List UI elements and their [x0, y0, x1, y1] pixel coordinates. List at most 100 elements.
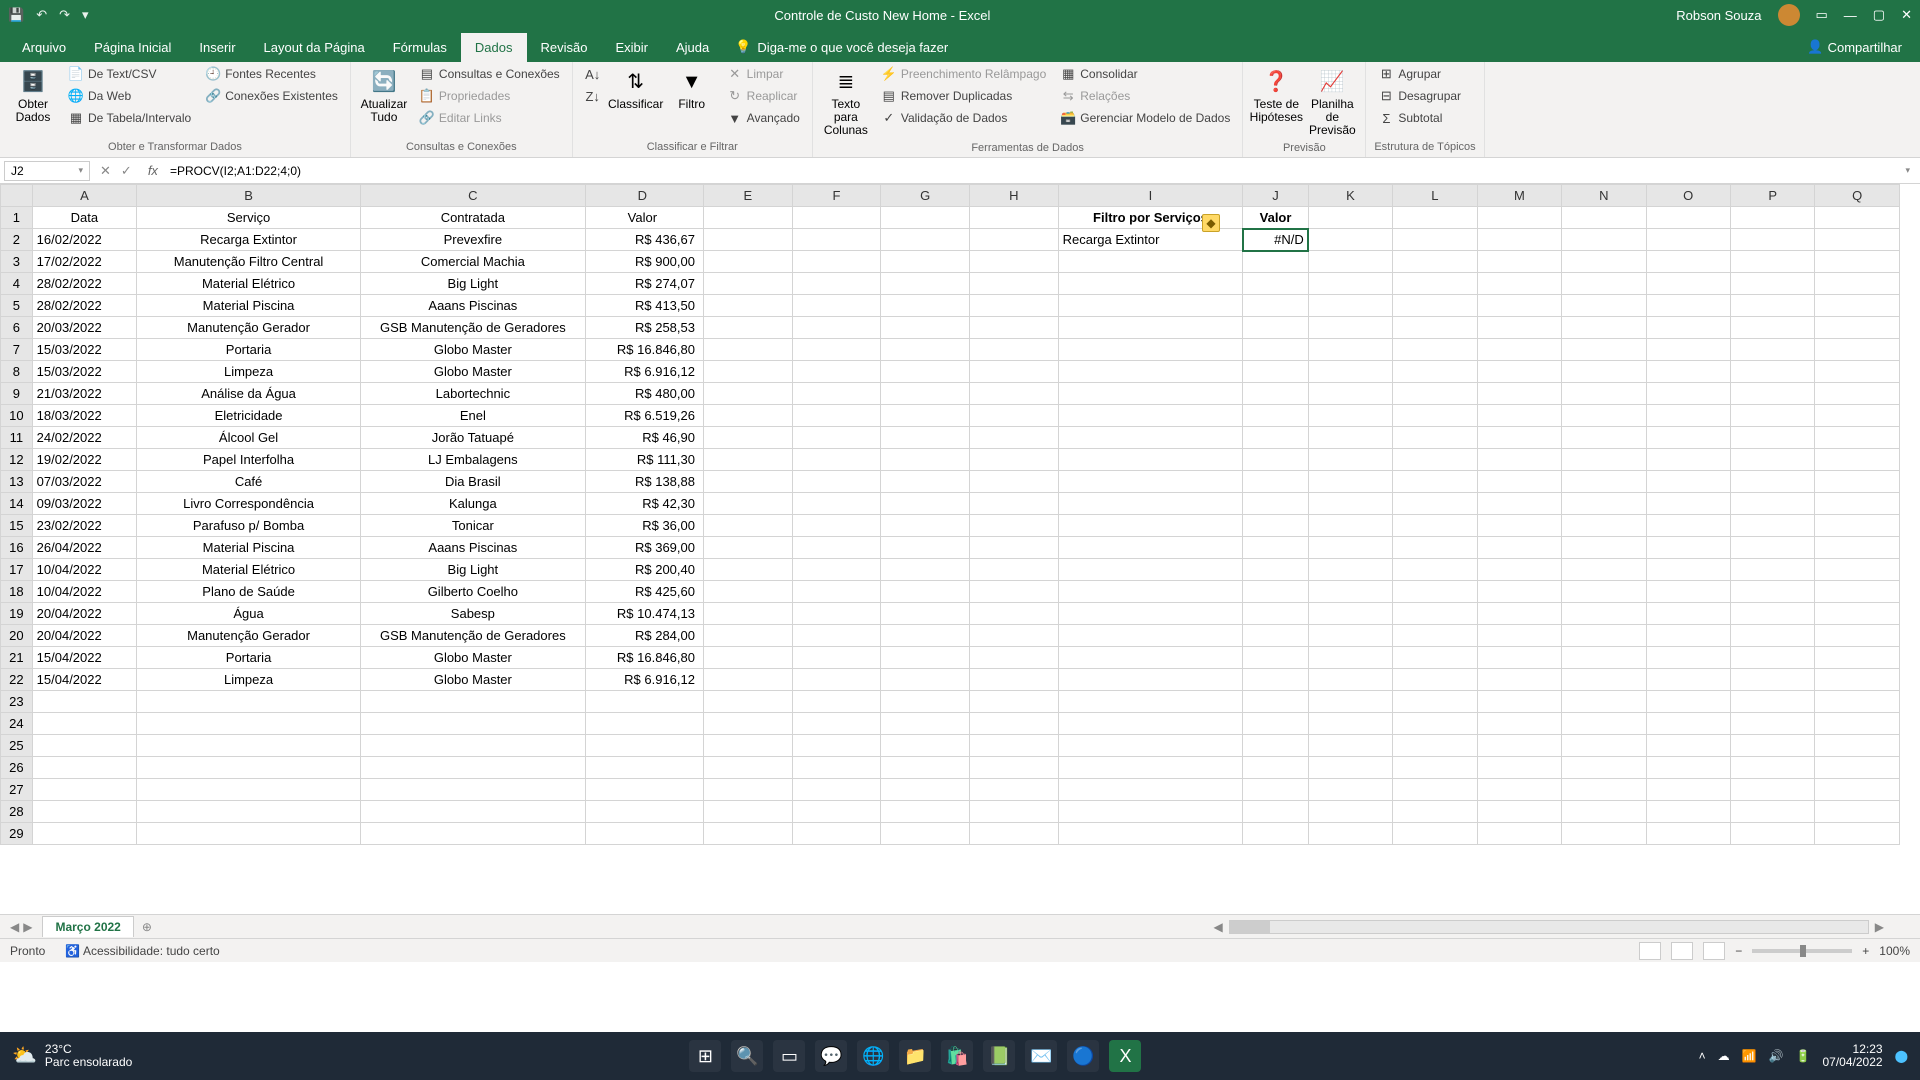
cell-N25[interactable] — [1562, 735, 1646, 757]
tab-inserir[interactable]: Inserir — [185, 33, 249, 62]
cell-M19[interactable] — [1477, 603, 1561, 625]
cell-B10[interactable]: Eletricidade — [137, 405, 361, 427]
cell-E12[interactable] — [703, 449, 792, 471]
cell-J29[interactable] — [1243, 823, 1308, 845]
cell-I24[interactable] — [1058, 713, 1243, 735]
cell-F4[interactable] — [792, 273, 881, 295]
cell-P18[interactable] — [1730, 581, 1814, 603]
cell-A23[interactable] — [32, 691, 137, 713]
scroll-right-icon[interactable]: ▶ — [1869, 920, 1890, 934]
cell-H9[interactable] — [969, 383, 1058, 405]
cell-A21[interactable]: 15/04/2022 — [32, 647, 137, 669]
cell-C16[interactable]: Aaans Piscinas — [360, 537, 585, 559]
tab-exibir[interactable]: Exibir — [601, 33, 662, 62]
cell-G6[interactable] — [881, 317, 970, 339]
cell-Q14[interactable] — [1815, 493, 1900, 515]
cell-D21[interactable]: R$ 16.846,80 — [585, 647, 703, 669]
chevron-up-icon[interactable]: ˄ — [1699, 1049, 1706, 1063]
cell-D8[interactable]: R$ 6.916,12 — [585, 361, 703, 383]
cell-C6[interactable]: GSB Manutenção de Geradores — [360, 317, 585, 339]
cell-N21[interactable] — [1562, 647, 1646, 669]
cell-Q2[interactable] — [1815, 229, 1900, 251]
column-header-H[interactable]: H — [969, 185, 1058, 207]
cell-M23[interactable] — [1477, 691, 1561, 713]
cell-J20[interactable] — [1243, 625, 1308, 647]
cell-B17[interactable]: Material Elétrico — [137, 559, 361, 581]
cell-G7[interactable] — [881, 339, 970, 361]
cell-Q7[interactable] — [1815, 339, 1900, 361]
subtotal-button[interactable]: ΣSubtotal — [1374, 108, 1465, 128]
cell-A2[interactable]: 16/02/2022 — [32, 229, 137, 251]
cell-A7[interactable]: 15/03/2022 — [32, 339, 137, 361]
cell-P16[interactable] — [1730, 537, 1814, 559]
cell-C11[interactable]: Jorão Tatuapé — [360, 427, 585, 449]
cell-J25[interactable] — [1243, 735, 1308, 757]
cell-B25[interactable] — [137, 735, 361, 757]
conexoes-existentes-button[interactable]: 🔗Conexões Existentes — [201, 86, 342, 106]
row-header-9[interactable]: 9 — [1, 383, 33, 405]
cell-L22[interactable] — [1393, 669, 1477, 691]
cell-D7[interactable]: R$ 16.846,80 — [585, 339, 703, 361]
sheet-nav-prev-icon[interactable]: ◀ — [10, 920, 19, 934]
cell-B13[interactable]: Café — [137, 471, 361, 493]
cell-A6[interactable]: 20/03/2022 — [32, 317, 137, 339]
cell-E18[interactable] — [703, 581, 792, 603]
cell-L21[interactable] — [1393, 647, 1477, 669]
cell-A9[interactable]: 21/03/2022 — [32, 383, 137, 405]
cell-C13[interactable]: Dia Brasil — [360, 471, 585, 493]
cell-G16[interactable] — [881, 537, 970, 559]
cell-I3[interactable] — [1058, 251, 1243, 273]
cell-H19[interactable] — [969, 603, 1058, 625]
close-icon[interactable]: ✕ — [1901, 7, 1912, 23]
cell-D4[interactable]: R$ 274,07 — [585, 273, 703, 295]
cell-Q18[interactable] — [1815, 581, 1900, 603]
row-header-16[interactable]: 16 — [1, 537, 33, 559]
cell-H1[interactable] — [969, 207, 1058, 229]
cell-D5[interactable]: R$ 413,50 — [585, 295, 703, 317]
cell-C2[interactable]: Prevexfire — [360, 229, 585, 251]
cell-H11[interactable] — [969, 427, 1058, 449]
cell-D15[interactable]: R$ 36,00 — [585, 515, 703, 537]
fx-icon[interactable]: fx — [142, 163, 164, 178]
cell-K24[interactable] — [1308, 713, 1392, 735]
cell-N22[interactable] — [1562, 669, 1646, 691]
sort-desc-button[interactable]: Z↓ — [581, 86, 605, 106]
cell-B1[interactable]: Serviço — [137, 207, 361, 229]
cell-N27[interactable] — [1562, 779, 1646, 801]
cell-Q20[interactable] — [1815, 625, 1900, 647]
cell-G19[interactable] — [881, 603, 970, 625]
row-header-17[interactable]: 17 — [1, 559, 33, 581]
cell-J19[interactable] — [1243, 603, 1308, 625]
column-header-O[interactable]: O — [1646, 185, 1730, 207]
cell-G25[interactable] — [881, 735, 970, 757]
cell-O23[interactable] — [1646, 691, 1730, 713]
cell-I4[interactable] — [1058, 273, 1243, 295]
cell-O1[interactable] — [1646, 207, 1730, 229]
cell-L10[interactable] — [1393, 405, 1477, 427]
user-name[interactable]: Robson Souza — [1676, 8, 1761, 23]
cell-Q17[interactable] — [1815, 559, 1900, 581]
cell-P23[interactable] — [1730, 691, 1814, 713]
cell-K8[interactable] — [1308, 361, 1392, 383]
cell-Q26[interactable] — [1815, 757, 1900, 779]
cell-H4[interactable] — [969, 273, 1058, 295]
cell-O21[interactable] — [1646, 647, 1730, 669]
cell-M28[interactable] — [1477, 801, 1561, 823]
cell-B29[interactable] — [137, 823, 361, 845]
row-header-15[interactable]: 15 — [1, 515, 33, 537]
cell-O17[interactable] — [1646, 559, 1730, 581]
cell-I8[interactable] — [1058, 361, 1243, 383]
cell-B3[interactable]: Manutenção Filtro Central — [137, 251, 361, 273]
cell-J4[interactable] — [1243, 273, 1308, 295]
cell-F9[interactable] — [792, 383, 881, 405]
cell-E19[interactable] — [703, 603, 792, 625]
cell-C12[interactable]: LJ Embalagens — [360, 449, 585, 471]
cell-J10[interactable] — [1243, 405, 1308, 427]
tab-ajuda[interactable]: Ajuda — [662, 33, 723, 62]
teste-hipoteses-button[interactable]: ❓ Teste de Hipóteses — [1251, 64, 1301, 128]
cell-L20[interactable] — [1393, 625, 1477, 647]
cell-A19[interactable]: 20/04/2022 — [32, 603, 137, 625]
cell-G29[interactable] — [881, 823, 970, 845]
cell-J8[interactable] — [1243, 361, 1308, 383]
cell-E29[interactable] — [703, 823, 792, 845]
